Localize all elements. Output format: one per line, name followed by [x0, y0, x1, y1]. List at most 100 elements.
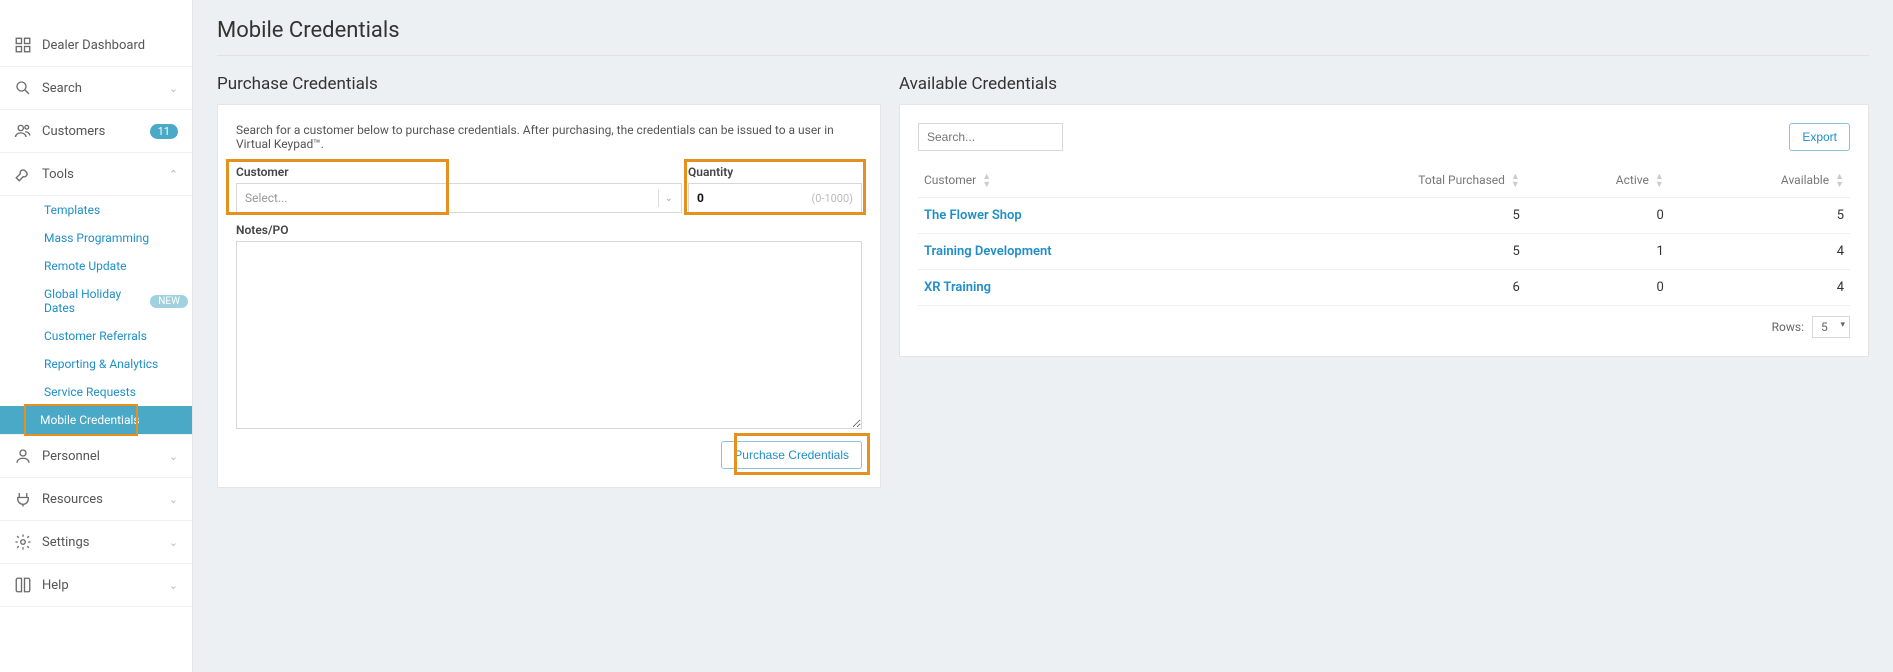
- sidebar-subitem-templates[interactable]: Templates: [40, 196, 192, 224]
- chevron-down-icon: ⌄: [169, 450, 178, 463]
- section-title: Purchase Credentials: [217, 74, 881, 94]
- personnel-icon: [14, 447, 32, 465]
- col-label: Total Purchased: [1418, 173, 1505, 187]
- gear-icon: [14, 533, 32, 551]
- sort-icon: ▲▼: [1655, 173, 1664, 189]
- chevron-down-icon: ⌄: [169, 82, 178, 95]
- quantity-label: Quantity: [688, 165, 862, 179]
- sort-icon: ▲▼: [1835, 173, 1844, 189]
- sidebar-subitem-customer-referrals[interactable]: Customer Referrals: [40, 322, 192, 350]
- sidebar-subitem-label: Mass Programming: [44, 231, 149, 245]
- cell-active: 0: [1526, 270, 1670, 306]
- sidebar-subitem-label: Mobile Credentials: [40, 413, 140, 427]
- cell-available: 4: [1670, 270, 1850, 306]
- customer-link[interactable]: The Flower Shop: [918, 198, 1253, 234]
- select-divider: [658, 189, 659, 207]
- table-row: Training Development 5 1 4: [918, 234, 1850, 270]
- sidebar-item-settings[interactable]: Settings ⌄: [0, 521, 192, 564]
- sidebar-subitem-label: Service Requests: [44, 385, 136, 399]
- sort-icon: ▲▼: [982, 173, 991, 189]
- sidebar-item-tools[interactable]: Tools ⌃: [0, 153, 192, 196]
- chevron-down-icon: ⌄: [169, 579, 178, 592]
- sidebar-item-label: Dealer Dashboard: [42, 38, 178, 53]
- col-active[interactable]: Active ▲▼: [1526, 165, 1670, 198]
- col-total-purchased[interactable]: Total Purchased ▲▼: [1253, 165, 1526, 198]
- rows-value: 5: [1821, 320, 1828, 334]
- col-label: Available: [1781, 173, 1829, 187]
- sidebar-item-label: Help: [42, 578, 169, 593]
- table-row: XR Training 6 0 4: [918, 270, 1850, 306]
- cell-available: 5: [1670, 198, 1850, 234]
- sidebar-subitem-mobile-credentials[interactable]: Mobile Credentials: [0, 406, 192, 434]
- sidebar-subitem-remote-update[interactable]: Remote Update: [40, 252, 192, 280]
- book-icon: [14, 576, 32, 594]
- customer-select-placeholder: Select...: [245, 191, 652, 205]
- plug-icon: [14, 490, 32, 508]
- col-customer[interactable]: Customer ▲▼: [918, 165, 1253, 198]
- sidebar-subitem-label: Global Holiday Dates: [44, 287, 142, 315]
- rows-label: Rows:: [1772, 320, 1804, 334]
- section-title: Available Credentials: [899, 74, 1869, 94]
- quantity-hint: (0-1000): [811, 192, 853, 205]
- table-row: The Flower Shop 5 0 5: [918, 198, 1850, 234]
- sidebar-item-label: Settings: [42, 535, 169, 550]
- sidebar-item-label: Tools: [42, 167, 169, 182]
- customers-icon: [14, 122, 32, 140]
- col-available[interactable]: Available ▲▼: [1670, 165, 1850, 198]
- customer-link[interactable]: XR Training: [918, 270, 1253, 306]
- cell-active: 1: [1526, 234, 1670, 270]
- export-button[interactable]: Export: [1789, 123, 1850, 151]
- sidebar-subitem-label: Templates: [44, 203, 100, 217]
- sidebar-subitem-service-requests[interactable]: Service Requests: [40, 378, 192, 406]
- sidebar-subitem-global-holiday-dates[interactable]: Global Holiday Dates NEW: [40, 280, 192, 322]
- sidebar-subitem-label: Remote Update: [44, 259, 127, 273]
- cell-total-purchased: 5: [1253, 198, 1526, 234]
- page-title: Mobile Credentials: [217, 18, 1869, 56]
- available-credentials-table: Customer ▲▼ Total Purchased ▲▼ Active ▲▼: [918, 165, 1850, 306]
- customer-select[interactable]: Select... ⌄: [236, 183, 682, 213]
- sidebar-item-personnel[interactable]: Personnel ⌄: [0, 435, 192, 478]
- purchase-panel: Search for a customer below to purchase …: [217, 104, 881, 488]
- customers-count-badge: 11: [150, 124, 178, 139]
- sidebar-item-help[interactable]: Help ⌄: [0, 564, 192, 607]
- search-icon: [14, 79, 32, 97]
- cell-active: 0: [1526, 198, 1670, 234]
- sidebar-item-label: Customers: [42, 124, 142, 139]
- chevron-down-icon: ⌄: [169, 536, 178, 549]
- quantity-value: 0: [697, 191, 811, 205]
- available-search-input[interactable]: [918, 123, 1063, 151]
- chevron-down-icon: ⌄: [665, 193, 673, 204]
- dashboard-icon: [14, 36, 32, 54]
- sidebar-item-dealer-dashboard[interactable]: Dealer Dashboard: [0, 24, 192, 67]
- rows-select[interactable]: 5: [1812, 316, 1850, 338]
- sidebar-item-resources[interactable]: Resources ⌄: [0, 478, 192, 521]
- tools-submenu: Templates Mass Programming Remote Update…: [0, 196, 192, 435]
- quantity-input[interactable]: 0 (0-1000): [688, 183, 862, 213]
- purchase-credentials-section: Purchase Credentials Search for a custom…: [217, 74, 881, 488]
- sidebar: Dealer Dashboard Search ⌄ Customers 11 T…: [0, 0, 193, 672]
- customer-link[interactable]: Training Development: [918, 234, 1253, 270]
- purchase-credentials-button[interactable]: Purchase Credentials: [721, 441, 862, 469]
- sidebar-subitem-reporting-analytics[interactable]: Reporting & Analytics: [40, 350, 192, 378]
- sort-icon: ▲▼: [1511, 173, 1520, 189]
- cell-available: 4: [1670, 234, 1850, 270]
- helper-text: Search for a customer below to purchase …: [236, 123, 862, 151]
- sidebar-item-label: Search: [42, 81, 169, 96]
- notes-label: Notes/PO: [236, 223, 862, 237]
- customer-label: Customer: [236, 165, 682, 179]
- sidebar-subitem-mass-programming[interactable]: Mass Programming: [40, 224, 192, 252]
- sidebar-item-label: Personnel: [42, 449, 169, 464]
- new-badge: NEW: [150, 295, 188, 308]
- sidebar-item-customers[interactable]: Customers 11: [0, 110, 192, 153]
- notes-textarea[interactable]: [236, 241, 862, 429]
- chevron-up-icon: ⌃: [169, 168, 178, 181]
- available-panel: Export Customer ▲▼ Total Purchased: [899, 104, 1869, 357]
- cell-total-purchased: 5: [1253, 234, 1526, 270]
- col-label: Customer: [924, 173, 976, 187]
- sidebar-item-label: Resources: [42, 492, 169, 507]
- wrench-icon: [14, 165, 32, 183]
- main-content: Mobile Credentials Purchase Credentials …: [193, 0, 1893, 672]
- chevron-down-icon: ⌄: [169, 493, 178, 506]
- available-credentials-section: Available Credentials Export Customer ▲▼: [899, 74, 1869, 357]
- sidebar-item-search[interactable]: Search ⌄: [0, 67, 192, 110]
